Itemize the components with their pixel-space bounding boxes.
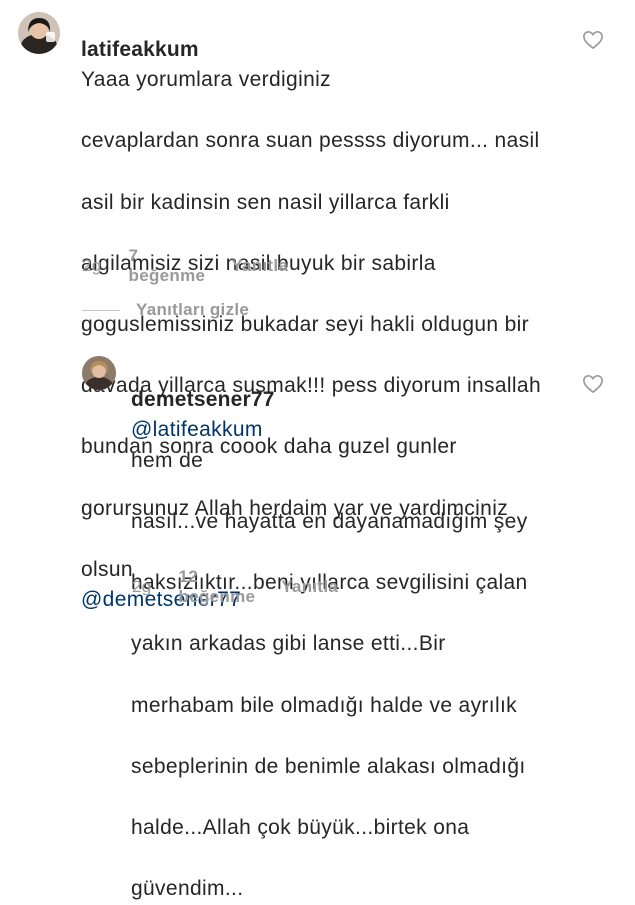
comment-text: demetsener77 @latifeakkum hem de nasıl..… xyxy=(131,354,591,905)
comment-line: güvendim... xyxy=(131,877,244,901)
comment-line: yakın arkadas gibi lanse etti...Bir xyxy=(131,632,446,656)
comment-line: olsun xyxy=(81,557,133,581)
comment-time: 2g xyxy=(82,256,102,275)
reply-button[interactable]: Yanıtla xyxy=(281,577,338,597)
comment-meta: 2g 7 beğenme Yanıtla xyxy=(82,246,288,286)
heart-outline-icon[interactable] xyxy=(582,374,604,394)
comment-username[interactable]: latifeakkum xyxy=(81,38,199,61)
likes-count-button[interactable]: 12 beğenme xyxy=(179,567,256,607)
hide-replies-toggle[interactable]: Yanıtları gizle xyxy=(82,300,249,320)
comment-line: hem de xyxy=(131,448,204,472)
avatar[interactable] xyxy=(18,12,60,54)
reply-button[interactable]: Yanıtla xyxy=(231,256,288,276)
comment-line: cevaplardan sonra suan pessss diyorum...… xyxy=(81,129,540,153)
heart-outline-icon[interactable] xyxy=(582,30,604,50)
divider-line xyxy=(82,309,120,311)
comment-time: 2g xyxy=(132,577,152,596)
comment-line: asil bir kadinsin sen nasil yillarca far… xyxy=(81,190,450,214)
comment-username[interactable]: demetsener77 xyxy=(131,388,275,411)
avatar[interactable] xyxy=(82,356,116,390)
profile-photo-icon xyxy=(82,356,116,390)
comment-line: nasıl...ve hayatta en dayanamadığım şey xyxy=(131,509,528,533)
likes-count-button[interactable]: 7 beğenme xyxy=(129,246,206,286)
comment-line: merhabam bile olmadığı halde ve ayrılık xyxy=(131,693,517,717)
comment-meta: 2g 12 beğenme Yanıtla xyxy=(132,567,338,607)
mention-link[interactable]: @latifeakkum xyxy=(131,418,263,441)
profile-photo-icon xyxy=(18,12,60,54)
comment-line: sebeplerinin de benimle alakası olmadığı xyxy=(131,754,526,778)
hide-replies-label: Yanıtları gizle xyxy=(136,300,250,319)
comment-line: halde...Allah çok büyük...birtek ona xyxy=(131,815,470,839)
comment-line: Yaaa yorumlara verdiginiz xyxy=(81,68,331,92)
